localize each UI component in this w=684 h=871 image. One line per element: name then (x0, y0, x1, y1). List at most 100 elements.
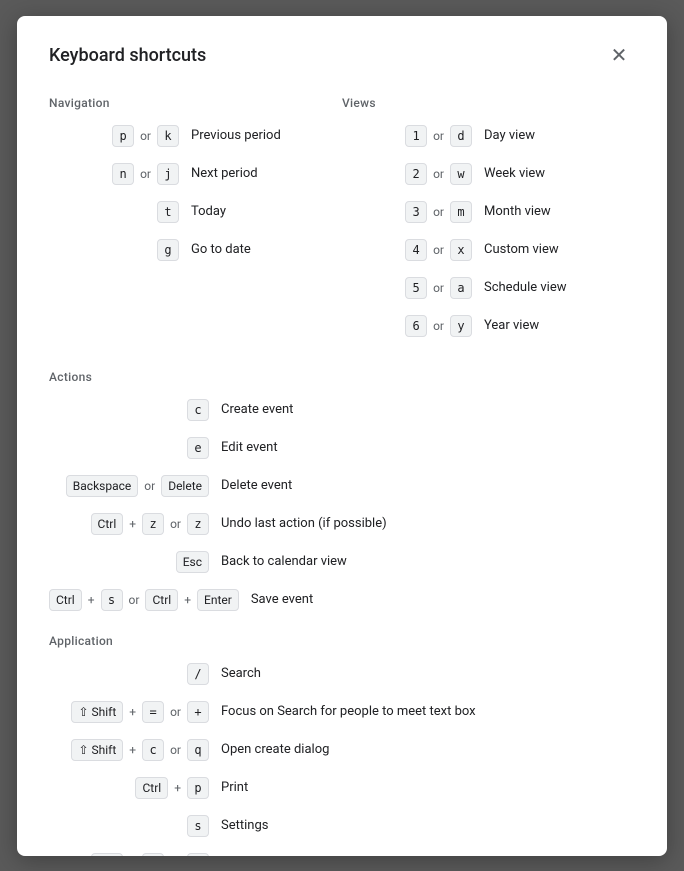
shortcut-row: Esc Back to calendar view (49, 548, 635, 576)
close-icon: ✕ (611, 46, 628, 66)
keys-group: p or k (49, 125, 179, 147)
shortcut-label: Next period (191, 166, 258, 181)
shortcut-row: e Edit event (49, 434, 635, 462)
shortcut-label: Search (221, 666, 261, 681)
key-slash: / (187, 663, 209, 685)
application-section: Application / Search ⇧ Shift + = or + Fo… (49, 634, 635, 856)
keys-group: Ctrl + p (49, 777, 209, 799)
shortcut-label: Week view (484, 166, 545, 181)
shortcut-label: Today (191, 204, 226, 219)
shortcut-row: 3 or m Month view (342, 198, 635, 226)
keys-group: Backspace or Delete (49, 475, 209, 497)
separator: or (431, 205, 446, 219)
key-k: k (157, 125, 179, 147)
actions-section: Actions c Create event e Edit event Back… (49, 370, 635, 614)
plus: + (86, 593, 97, 607)
keys-group: / (49, 663, 209, 685)
key-e: e (187, 437, 209, 459)
shortcut-label: Save event (251, 592, 313, 607)
key-q: q (187, 739, 209, 761)
shortcut-label: Go to date (191, 242, 251, 257)
shortcut-row: Ctrl + z or z Undo last action (if possi… (49, 510, 635, 538)
key-esc: Esc (176, 551, 209, 573)
shortcut-row: Ctrl + s or Ctrl + Enter Save event (49, 586, 635, 614)
keys-group: Ctrl + s or Ctrl + Enter (49, 589, 239, 611)
keys-group: s (49, 815, 209, 837)
shortcut-row: ⇧ Shift + = or + Focus on Search for peo… (49, 698, 635, 726)
shortcut-row: c Create event (49, 396, 635, 424)
key-y: y (450, 315, 472, 337)
keys-group: n or j (49, 163, 179, 185)
modal-header: Keyboard shortcuts ✕ (49, 40, 635, 72)
shortcut-label: Day view (484, 128, 535, 143)
shortcut-label: Open create dialog (221, 742, 329, 757)
shortcut-label: Previous period (191, 128, 281, 143)
shortcut-row: n or j Next period (49, 160, 342, 188)
keys-group: Esc (49, 551, 209, 573)
shortcut-row: p or k Previous period (49, 122, 342, 150)
shortcut-label: Print (221, 780, 248, 795)
key-equals: = (142, 701, 164, 723)
key-enter: Enter (197, 589, 239, 611)
plus: + (182, 593, 193, 607)
keys-group: Ctrl + / or ? (49, 853, 209, 856)
shortcut-row: Ctrl + / or ? Open shortcut help (49, 850, 635, 856)
shortcut-row: t Today (49, 198, 342, 226)
key-w: w (450, 163, 472, 185)
key-2: 2 (405, 163, 427, 185)
shortcut-row: 4 or x Custom view (342, 236, 635, 264)
separator: or (168, 705, 183, 719)
key-t: t (157, 201, 179, 223)
key-1: 1 (405, 125, 427, 147)
key-question: ? (187, 853, 209, 856)
key-3: 3 (405, 201, 427, 223)
shortcut-row: 6 or y Year view (342, 312, 635, 340)
shortcut-row: ⇧ Shift + c or q Open create dialog (49, 736, 635, 764)
top-sections: Navigation p or k Previous period n or j… (49, 96, 635, 350)
navigation-title: Navigation (49, 96, 342, 110)
plus: + (127, 705, 138, 719)
key-a: a (450, 277, 472, 299)
plus: + (172, 781, 183, 795)
shortcut-label: Undo last action (if possible) (221, 516, 387, 531)
key-d: d (450, 125, 472, 147)
separator: or (138, 167, 153, 181)
keys-group: c (49, 399, 209, 421)
key-p: p (187, 777, 209, 799)
modal-title: Keyboard shortcuts (49, 45, 206, 66)
keys-group: t (49, 201, 179, 223)
key-ctrl: Ctrl (91, 853, 124, 856)
keyboard-shortcuts-modal: Keyboard shortcuts ✕ Navigation p or k P… (17, 16, 667, 856)
separator: or (168, 517, 183, 531)
key-ctrl: Ctrl (135, 777, 168, 799)
key-j: j (157, 163, 179, 185)
keys-group: g (49, 239, 179, 261)
shortcut-row: Backspace or Delete Delete event (49, 472, 635, 500)
keys-group: e (49, 437, 209, 459)
application-title: Application (49, 634, 635, 648)
keys-group: 2 or w (342, 163, 472, 185)
key-c: c (142, 739, 164, 761)
shortcut-label: Settings (221, 818, 268, 833)
shortcut-label: Schedule view (484, 280, 566, 295)
key-shift: ⇧ Shift (71, 739, 123, 761)
key-slash: / (142, 853, 164, 856)
separator: or (431, 167, 446, 181)
separator: or (142, 479, 157, 493)
key-m: m (450, 201, 472, 223)
shortcut-label: Back to calendar view (221, 554, 347, 569)
shortcut-row: 1 or d Day view (342, 122, 635, 150)
key-shift: ⇧ Shift (71, 701, 123, 723)
key-c: c (187, 399, 209, 421)
keys-group: 3 or m (342, 201, 472, 223)
keys-group: ⇧ Shift + = or + (49, 701, 209, 723)
views-section: Views 1 or d Day view 2 or w Week view (342, 96, 635, 350)
key-6: 6 (405, 315, 427, 337)
keys-group: 5 or a (342, 277, 472, 299)
close-button[interactable]: ✕ (603, 40, 635, 72)
key-ctrl2: Ctrl (145, 589, 178, 611)
keys-group: 6 or y (342, 315, 472, 337)
views-title: Views (342, 96, 635, 110)
keys-group: 4 or x (342, 239, 472, 261)
key-delete: Delete (161, 475, 209, 497)
